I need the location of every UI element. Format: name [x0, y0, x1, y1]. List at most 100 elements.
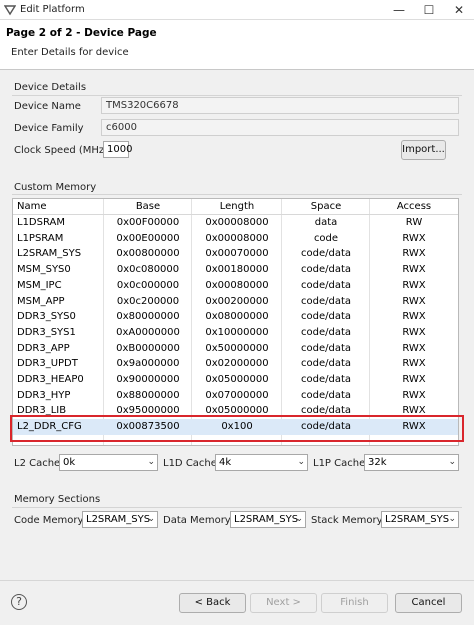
table-row[interactable]: L1PSRAM 0x00E00000 0x00008000 code RWX: [13, 231, 458, 247]
minimize-button[interactable]: —: [384, 0, 414, 20]
stack-memory-value: L2SRAM_SYS: [385, 514, 450, 525]
cell-base: 0x0c080000: [116, 264, 180, 276]
table-row[interactable]: MSM_APP 0x0c200000 0x00200000 code/data RWX: [13, 294, 458, 310]
cell-access: RWX: [402, 311, 426, 323]
footer-divider: [0, 580, 474, 581]
column-header-space[interactable]: Space: [282, 199, 370, 215]
table-row[interactable]: MSM_SYS0 0x0c080000 0x00180000 code/data RWX: [13, 262, 458, 278]
device-details-group-label: Device Details: [14, 82, 87, 93]
cell-name: DDR3_SYS1: [17, 326, 76, 338]
table-row[interactable]: DDR3_HYP 0x88000000 0x07000000 code/data RWX: [13, 388, 458, 404]
table-row[interactable]: MSM_IPC 0x0c000000 0x00080000 code/data RWX: [13, 278, 458, 294]
cell-name: DDR3_SYS0: [17, 311, 76, 323]
chevron-down-icon: ⌄: [147, 457, 155, 467]
chevron-down-icon: ⌄: [147, 514, 155, 524]
cell-access: RW: [405, 217, 423, 228]
l2-cache-select[interactable]: 0k ⌄: [59, 454, 158, 471]
cancel-button[interactable]: Cancel: [395, 593, 462, 613]
table-header: Name Base Length Space Access: [13, 199, 458, 215]
cell-base: 0x00F00000: [116, 217, 180, 228]
stack-memory-select[interactable]: L2SRAM_SYS ⌄: [381, 511, 459, 528]
l2-cache-value: 0k: [63, 457, 76, 468]
device-name-label: Device Name: [14, 101, 81, 112]
chevron-down-icon: ⌄: [297, 457, 305, 467]
cell-space: code/data: [300, 342, 351, 354]
cell-space: code/data: [300, 264, 351, 276]
chevron-down-icon: ⌄: [448, 457, 456, 467]
device-family-label: Device Family: [14, 123, 84, 134]
memory-sections-group-label: Memory Sections: [14, 494, 101, 505]
cell-name: DDR3_APP: [17, 342, 70, 354]
device-family-field[interactable]: c6000: [101, 119, 459, 136]
page-title: Page 2 of 2 - Device Page: [6, 27, 157, 39]
table-row[interactable]: DDR3_APP 0xB0000000 0x50000000 code/data RWX: [13, 341, 458, 357]
finish-button[interactable]: Finish: [321, 593, 388, 613]
column-header-base[interactable]: Base: [104, 199, 192, 215]
column-header-access[interactable]: Access: [370, 199, 458, 215]
l1d-cache-label: L1D Cache:: [163, 458, 221, 469]
maximize-button[interactable]: ☐: [414, 0, 444, 20]
clock-speed-input[interactable]: 1000: [103, 141, 132, 158]
close-button[interactable]: ✕: [444, 0, 474, 20]
cell-space: code/data: [300, 326, 351, 338]
app-icon: [4, 5, 16, 16]
cell-access: RWX: [402, 326, 426, 338]
cell-name: DDR3_UPDT: [17, 358, 78, 370]
table-row[interactable]: DDR3_SYS1 0xA0000000 0x10000000 code/data RW…: [13, 325, 458, 341]
l1p-cache-value: 32k: [368, 457, 387, 468]
l1d-cache-select[interactable]: 4k ⌄: [215, 454, 308, 471]
memory-sections-divider: [12, 507, 462, 508]
cell-base: 0x88000000: [116, 389, 180, 401]
cell-length: 0x00180000: [205, 264, 269, 276]
cell-space: code/data: [300, 374, 351, 385]
table-row[interactable]: L2SRAM_SYS 0x00800000 0x00070000 code/data R…: [13, 246, 458, 262]
cell-length: 0x50000000: [205, 342, 269, 354]
l1p-cache-select[interactable]: 32k ⌄: [364, 454, 459, 471]
cell-name: L1DSRAM: [17, 217, 65, 228]
l1p-cache-label: L1P Cache:: [313, 458, 369, 469]
cell-length: 0x00070000: [205, 248, 269, 260]
cell-length: 0x08000000: [205, 311, 269, 323]
cell-space: data: [314, 217, 338, 228]
chevron-down-icon: ⌄: [448, 514, 456, 524]
window-title: Edit Platform: [20, 4, 85, 15]
table-row[interactable]: DDR3_UPDT 0x9a000000 0x02000000 code/data RW…: [13, 356, 458, 372]
cell-length: 0x07000000: [205, 389, 269, 401]
cell-base: 0x00E00000: [116, 232, 180, 244]
data-memory-select[interactable]: L2SRAM_SYS ⌄: [230, 511, 306, 528]
cell-base: 0x0c200000: [116, 295, 180, 307]
cell-base: 0x9a000000: [116, 358, 180, 370]
device-details-divider: [12, 95, 462, 96]
table-row[interactable]: DDR3_HEAP0 0x90000000 0x05000000 code/data R…: [13, 372, 458, 388]
cell-name: DDR3_HYP: [17, 389, 71, 401]
back-button[interactable]: < Back: [179, 593, 246, 613]
code-memory-label: Code Memory:: [14, 515, 87, 526]
cell-space: code/data: [300, 311, 351, 323]
cell-name: MSM_APP: [17, 295, 65, 307]
cell-access: RWX: [402, 374, 426, 385]
code-memory-value: L2SRAM_SYS: [86, 514, 151, 525]
code-memory-select[interactable]: L2SRAM_SYS ⌄: [82, 511, 158, 528]
custom-memory-divider: [12, 194, 462, 195]
table-row[interactable]: L1DSRAM 0x00F00000 0x00008000 data RW: [13, 215, 458, 231]
cell-length: 0x10000000: [205, 326, 269, 338]
column-header-name[interactable]: Name: [17, 199, 103, 215]
cell-name: DDR3_HEAP0: [17, 374, 84, 385]
custom-memory-group-label: Custom Memory: [14, 182, 97, 193]
cell-name: L2SRAM_SYS: [17, 248, 82, 260]
column-header-length[interactable]: Length: [192, 199, 282, 215]
cell-access: RWX: [402, 389, 426, 401]
next-button[interactable]: Next >: [250, 593, 317, 613]
cell-name: MSM_IPC: [17, 279, 62, 291]
table-row[interactable]: DDR3_SYS0 0x80000000 0x08000000 code/data RW…: [13, 309, 458, 325]
cell-length: 0x00080000: [205, 279, 269, 291]
cell-access: RWX: [402, 279, 426, 291]
device-name-field[interactable]: TMS320C6678: [101, 97, 459, 114]
custom-memory-table[interactable]: Name Base Length Space Access L1DSRAM 0x0…: [12, 198, 459, 446]
chevron-down-icon: ⌄: [295, 514, 303, 524]
cell-name: L1PSRAM: [17, 232, 64, 244]
help-icon[interactable]: ?: [11, 594, 27, 610]
cell-length: 0x02000000: [205, 358, 269, 370]
import-button[interactable]: Import...: [401, 140, 446, 160]
cell-space: code/data: [300, 248, 351, 260]
